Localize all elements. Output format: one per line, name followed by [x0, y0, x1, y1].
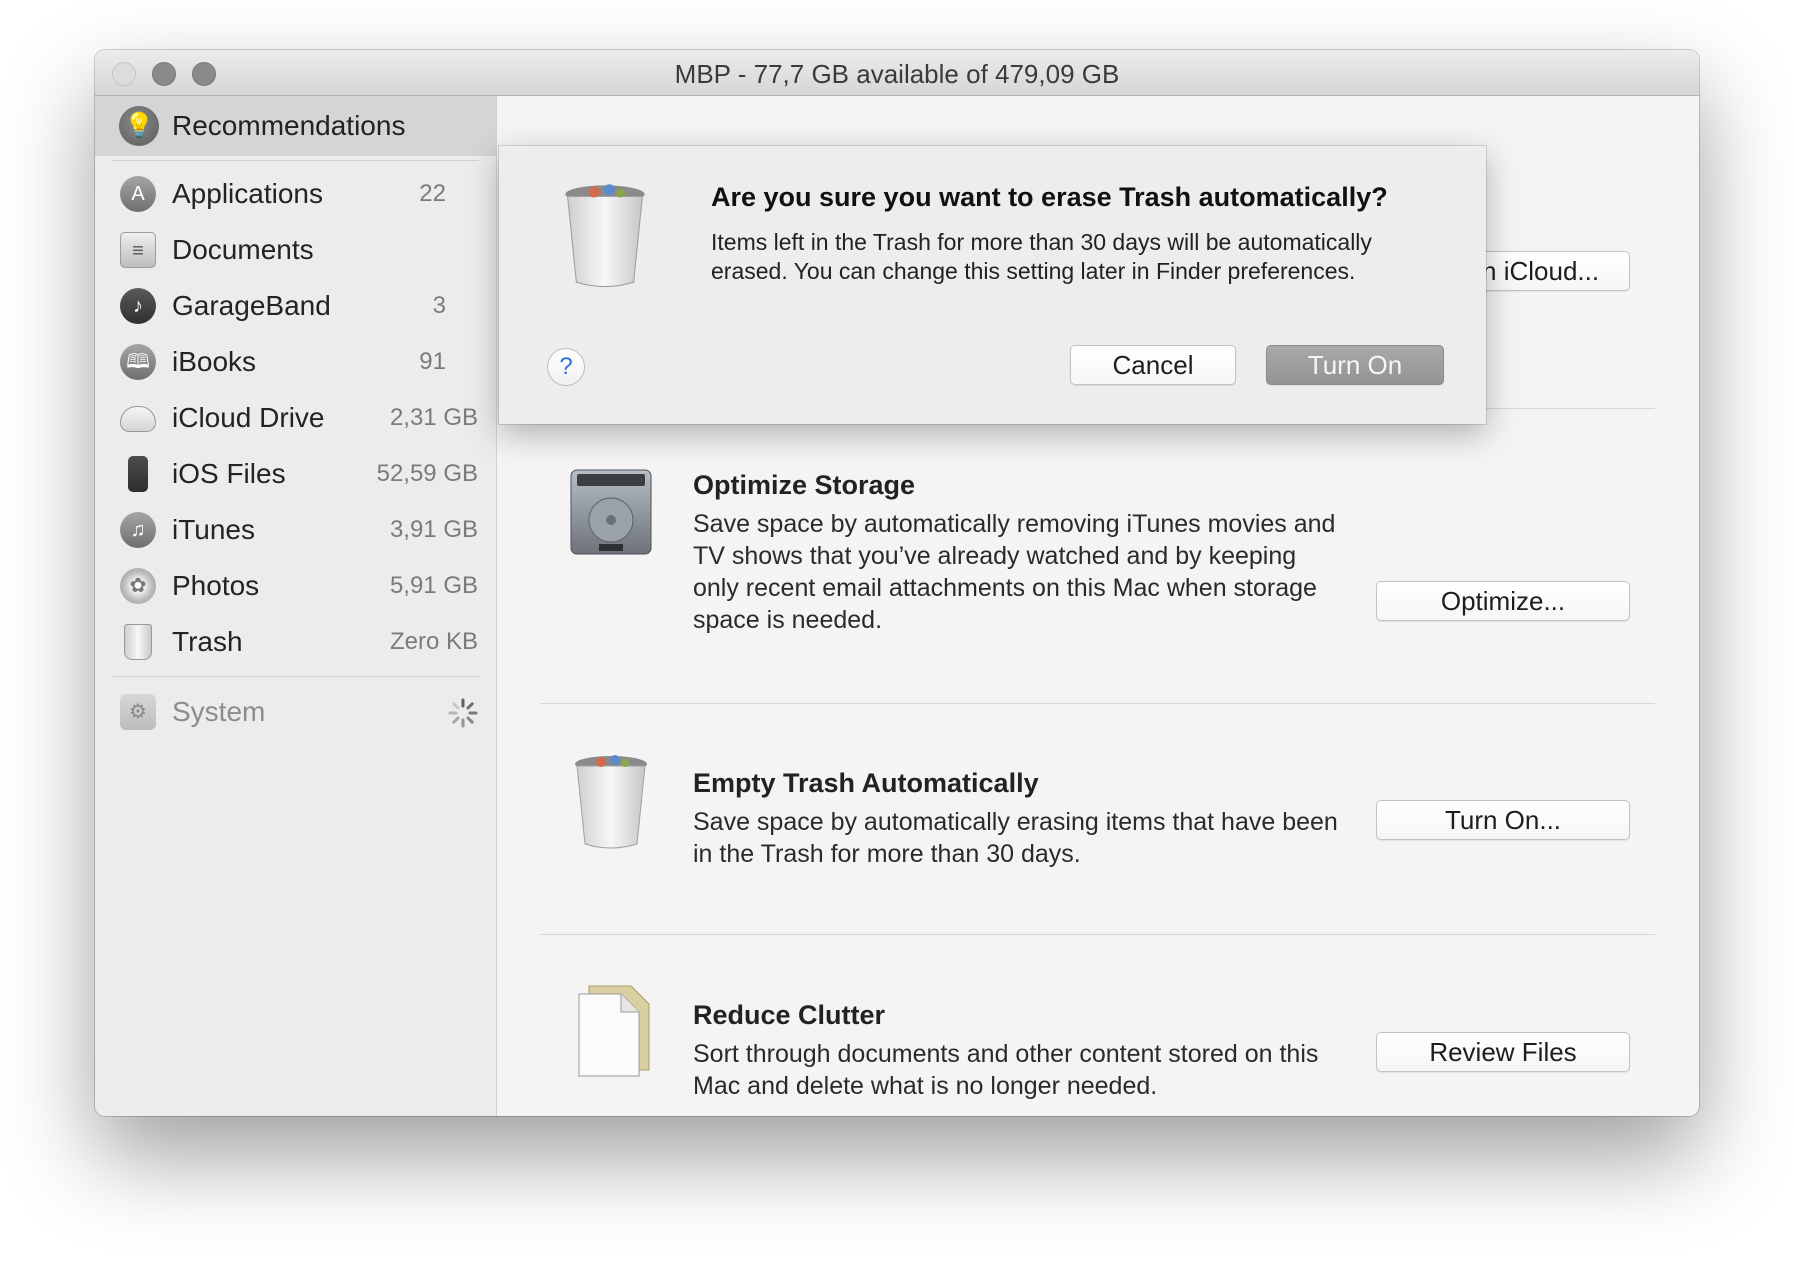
documents-icon: ≡: [120, 232, 156, 268]
document-icon: [578, 985, 650, 1077]
loading-spinner-icon: [448, 698, 478, 728]
trash-can-icon: [565, 184, 645, 288]
reduce-clutter-title: Reduce Clutter: [693, 1000, 886, 1030]
sidebar-item-size: 52,59 GB: [376, 460, 478, 487]
gear-icon: ⚙: [120, 694, 156, 730]
section-divider: [540, 703, 1655, 704]
window-title: MBP - 77,7 GB available of 479,09 GB: [674, 59, 1120, 89]
sidebar-item-label: iTunes: [172, 514, 256, 545]
trash-can-icon: [575, 755, 647, 849]
sidebar-item-label: Trash: [172, 626, 243, 657]
dialog-message: Items left in the Trash for more than 30…: [711, 229, 1372, 284]
sidebar-item-label: Photos: [172, 570, 260, 601]
sidebar-item-recommendations[interactable]: 💡 Recommendations: [95, 96, 496, 156]
sidebar-item-size: 2,31 GB: [389, 404, 478, 431]
sidebar: 💡 Recommendations A Applications 22 ≡ Do…: [95, 96, 497, 1116]
sidebar-divider: [112, 160, 479, 161]
title-bar: MBP - 77,7 GB available of 479,09 GB: [95, 50, 1699, 96]
sidebar-item-label: iOS Files: [172, 458, 286, 489]
cancel-button[interactable]: Cancel: [1070, 345, 1236, 385]
sidebar-item-label: System: [172, 696, 266, 727]
sidebar-item-icloud-drive[interactable]: iCloud Drive 2,31 GB: [95, 390, 496, 446]
storage-management-window: MBP - 77,7 GB available of 479,09 GB 💡 R…: [95, 50, 1699, 1116]
dialog-title: Are you sure you want to erase Trash aut…: [711, 182, 1388, 212]
sidebar-item-size: 3: [432, 292, 446, 319]
sidebar-item-itunes[interactable]: ♫ iTunes 3,91 GB: [95, 502, 496, 558]
sidebar-item-size: 5,91 GB: [389, 572, 478, 599]
optimize-storage-description: Save space by automatically removing iTu…: [693, 510, 1336, 634]
music-note-icon: ♫: [120, 512, 156, 548]
help-button[interactable]: ?: [547, 348, 585, 386]
sidebar-item-size: 22: [419, 180, 446, 207]
section-divider: [540, 934, 1655, 935]
trash-icon: [124, 624, 152, 660]
sidebar-item-size: 3,91 GB: [389, 516, 478, 543]
optimize-button[interactable]: Optimize...: [1376, 581, 1630, 621]
sidebar-item-label: GarageBand: [172, 290, 331, 321]
sidebar-divider: [112, 676, 479, 677]
sidebar-item-label: Documents: [172, 234, 314, 265]
garageband-icon: ♪: [120, 288, 156, 324]
empty-trash-description: Save space by automatically erasing item…: [693, 808, 1338, 868]
hard-drive-icon: [570, 469, 652, 555]
sidebar-item-ibooks[interactable]: 🕮 iBooks 91: [95, 334, 496, 390]
optimize-storage-title: Optimize Storage: [693, 470, 916, 500]
reduce-clutter-description: Sort through documents and other content…: [693, 1040, 1319, 1100]
turn-on-button[interactable]: Turn On: [1266, 345, 1444, 385]
sidebar-item-label: iCloud Drive: [172, 402, 325, 433]
sidebar-item-applications[interactable]: A Applications 22: [95, 166, 496, 222]
lightbulb-icon: 💡: [119, 106, 159, 146]
sidebar-item-size: Zero KB: [389, 628, 478, 655]
turn-on-empty-trash-button[interactable]: Turn On...: [1376, 800, 1630, 840]
sidebar-item-label: Applications: [172, 178, 323, 209]
sidebar-item-photos[interactable]: ✿ Photos 5,91 GB: [95, 558, 496, 614]
sidebar-item-trash[interactable]: Trash Zero KB: [95, 614, 496, 670]
sidebar-item-size: 91: [419, 348, 446, 375]
empty-trash-title: Empty Trash Automatically: [693, 768, 1039, 798]
confirmation-dialog: Are you sure you want to erase Trash aut…: [499, 146, 1486, 424]
review-files-button[interactable]: Review Files: [1376, 1032, 1630, 1072]
sidebar-item-documents[interactable]: ≡ Documents: [95, 222, 496, 278]
ibooks-icon: 🕮: [120, 344, 156, 380]
sidebar-item-ios-files[interactable]: iOS Files 52,59 GB: [95, 446, 496, 502]
cloud-icon: [120, 406, 156, 432]
sidebar-item-label: iBooks: [172, 346, 257, 377]
applications-icon: A: [120, 176, 156, 212]
iphone-icon: [128, 456, 148, 492]
sidebar-item-garageband[interactable]: ♪ GarageBand 3: [95, 278, 496, 334]
photos-flower-icon: ✿: [120, 568, 156, 604]
sidebar-item-system[interactable]: ⚙ System: [95, 684, 496, 740]
sidebar-item-label: Recommendations: [172, 110, 406, 141]
